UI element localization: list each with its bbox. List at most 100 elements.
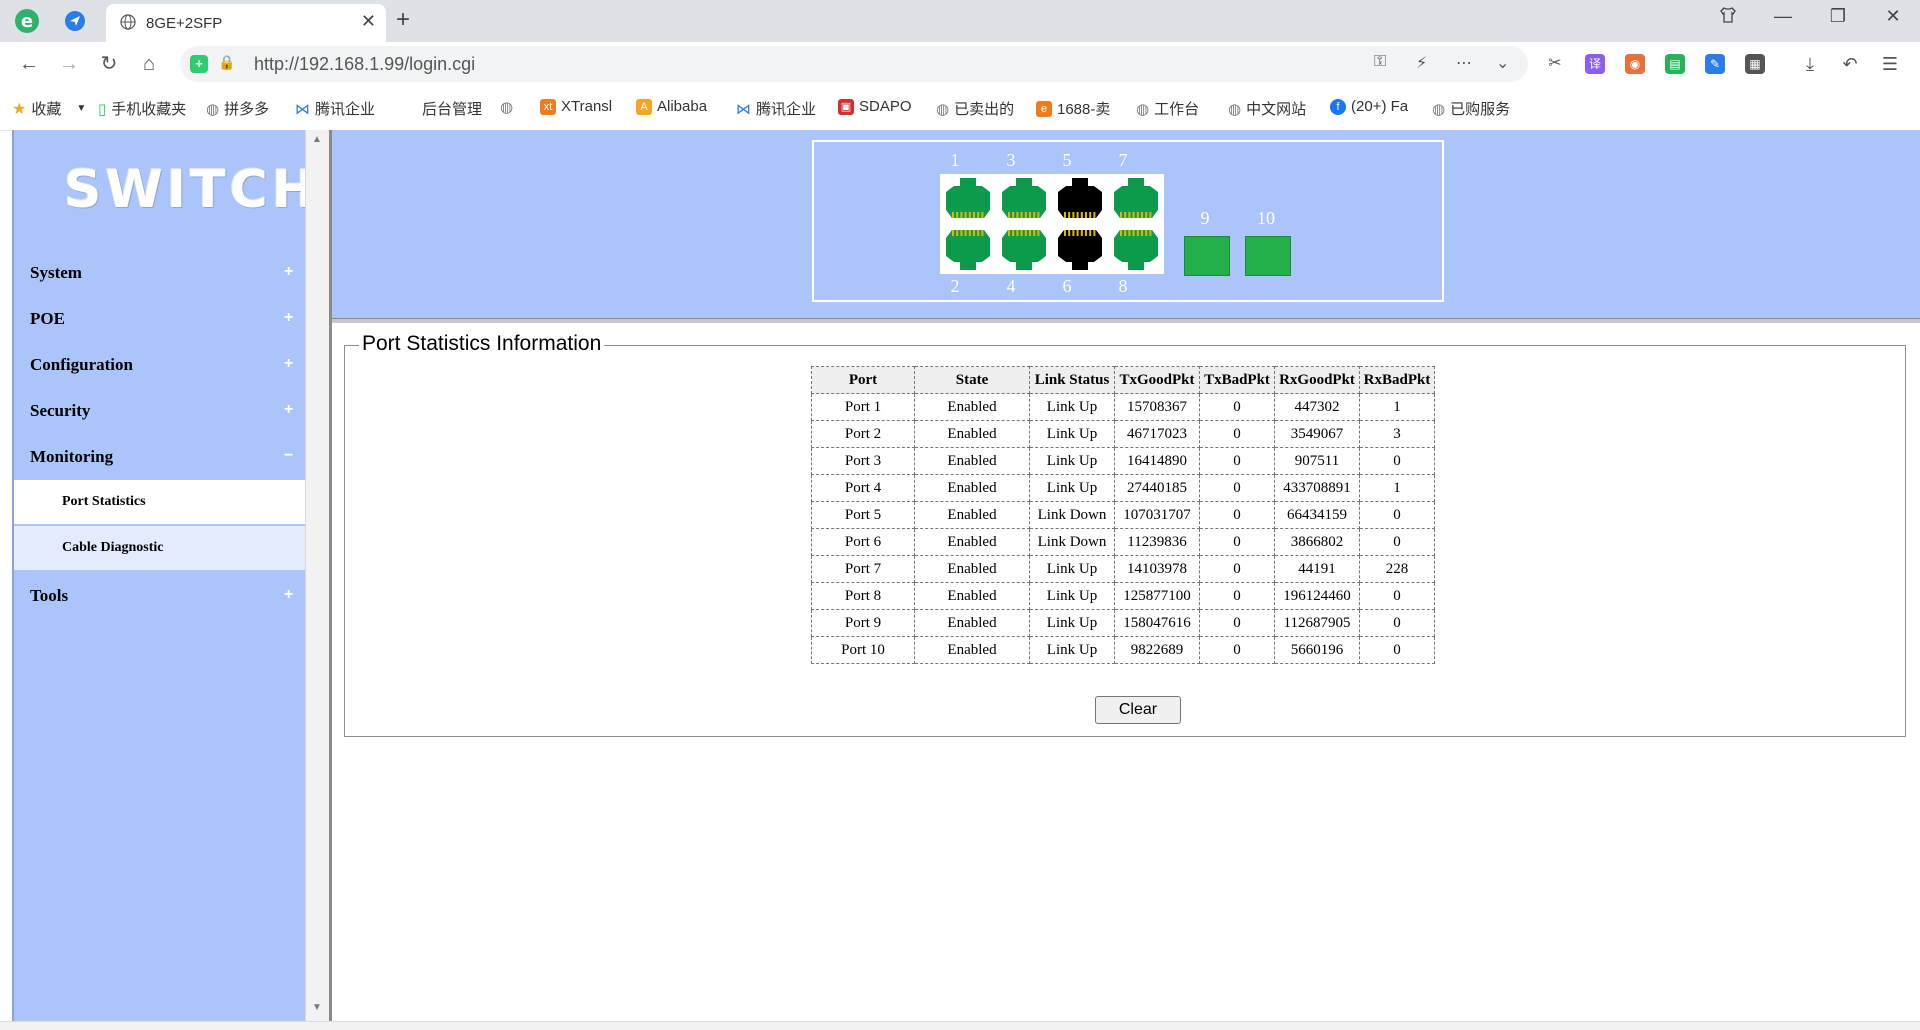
bookmark-item[interactable]: e 1688-卖 bbox=[1036, 98, 1110, 119]
table-cell: 1 bbox=[1359, 393, 1435, 421]
expand-icon[interactable]: + bbox=[284, 401, 293, 419]
table-cell: Enabled bbox=[914, 528, 1030, 556]
home-icon[interactable]: ⌂ bbox=[134, 50, 164, 78]
bookmark-item[interactable]: ◍ 已购服务 bbox=[1432, 98, 1510, 119]
bookmark-item[interactable]: A Alibaba bbox=[636, 98, 707, 115]
port-number-label: 3 bbox=[1006, 150, 1016, 170]
book-icon[interactable]: ▤ bbox=[1665, 54, 1685, 74]
rj45-pin bbox=[1033, 230, 1036, 236]
collapse-icon[interactable]: − bbox=[284, 447, 293, 465]
menu-system[interactable]: System bbox=[30, 263, 82, 283]
bookmark-item[interactable]: 后台管理 bbox=[422, 98, 482, 119]
chevron-down-icon[interactable]: ⌄ bbox=[1496, 53, 1509, 73]
menu-icon[interactable]: ☰ bbox=[1880, 54, 1900, 74]
scroll-down-icon[interactable]: ▼ bbox=[312, 1002, 322, 1013]
bookmark-item[interactable]: ⋈ 腾讯企业 bbox=[736, 98, 816, 119]
bookmark-item[interactable]: ◍ 工作台 bbox=[1136, 98, 1199, 119]
rj45-pin bbox=[1124, 212, 1127, 218]
menu-configuration[interactable]: Configuration bbox=[30, 355, 133, 375]
sfp-port-9[interactable] bbox=[1184, 236, 1230, 276]
scroll-up-icon[interactable]: ▲ bbox=[312, 134, 322, 145]
url-text[interactable]: http://192.168.1.99/login.cgi bbox=[254, 54, 475, 75]
expand-icon[interactable]: + bbox=[284, 309, 293, 327]
table-cell: Link Down bbox=[1029, 528, 1115, 556]
table-cell: Port 10 bbox=[811, 636, 915, 664]
facebook-icon: f bbox=[1330, 98, 1346, 115]
reload-icon[interactable]: ↻ bbox=[94, 50, 124, 78]
switch-front-panel: 1 3 5 7 2 4 6 8 9 10 bbox=[812, 140, 1444, 302]
table-cell: 27440185 bbox=[1114, 474, 1200, 502]
bookmark-item[interactable]: ◍ 中文网站 bbox=[1228, 98, 1306, 119]
rj45-pin bbox=[1072, 230, 1075, 236]
rj45-port-block bbox=[940, 174, 1164, 274]
download-icon[interactable]: ⤓ bbox=[1800, 54, 1820, 74]
rj45-pin bbox=[973, 212, 975, 218]
rj45-pin bbox=[1037, 230, 1040, 236]
rj45-pin bbox=[973, 230, 975, 236]
table-cell: 15708367 bbox=[1114, 393, 1200, 421]
table-cell: 0 bbox=[1199, 555, 1275, 583]
insecure-lock-icon[interactable]: 🔒 bbox=[218, 54, 235, 71]
bookmark-item[interactable]: ◍ 已卖出的 bbox=[936, 98, 1014, 119]
port-statistics-table: Port State Link Status TxGoodPkt TxBadPk… bbox=[811, 366, 1435, 664]
menu-monitoring[interactable]: Monitoring bbox=[30, 447, 113, 467]
bookmark-item[interactable]: f (20+) Fa bbox=[1330, 98, 1408, 115]
bookmark-item[interactable]: ◍ bbox=[500, 98, 513, 116]
forward-icon[interactable]: → bbox=[54, 50, 84, 78]
table-row: Port 9 Enabled Link Up 158047616 0 112687905 0 bbox=[811, 609, 1435, 637]
new-tab-icon[interactable]: + bbox=[396, 6, 410, 34]
restore-icon[interactable]: ❐ bbox=[1823, 6, 1853, 27]
expand-icon[interactable]: + bbox=[284, 586, 293, 604]
expand-icon[interactable]: + bbox=[284, 263, 293, 281]
submenu-port-statistics[interactable]: Port Statistics bbox=[14, 480, 305, 524]
bookmark-item[interactable]: ▣ SDAPO bbox=[838, 98, 912, 115]
table-cell: 0 bbox=[1199, 474, 1275, 502]
close-window-icon[interactable]: ✕ bbox=[1878, 6, 1908, 27]
rj45-pin bbox=[968, 230, 971, 236]
send-icon[interactable] bbox=[60, 6, 90, 36]
submenu-cable-diagnostic[interactable]: Cable Diagnostic bbox=[14, 526, 305, 570]
rj45-pin bbox=[952, 212, 954, 218]
menu-poe[interactable]: POE bbox=[30, 309, 65, 329]
scissors-icon[interactable]: ✂ bbox=[1545, 54, 1565, 74]
table-cell: Port 2 bbox=[811, 420, 915, 448]
bookmark-item[interactable]: ⋈ 腾讯企业 bbox=[295, 98, 375, 119]
bookmark-item[interactable]: ◍ 拼多多 bbox=[206, 98, 269, 119]
rj45-ports-graphic[interactable] bbox=[940, 174, 1164, 274]
close-tab-icon[interactable]: ✕ bbox=[361, 11, 376, 32]
undo-icon[interactable]: ↶ bbox=[1840, 54, 1860, 74]
bookmark-item[interactable]: ★ 收藏 ▼ bbox=[12, 98, 86, 119]
table-cell: 9822689 bbox=[1114, 636, 1200, 664]
browser-logo-icon[interactable]: e bbox=[12, 6, 42, 36]
more-icon[interactable]: ⋯ bbox=[1456, 53, 1472, 73]
expand-icon[interactable]: + bbox=[284, 355, 293, 373]
table-cell: 196124460 bbox=[1274, 582, 1360, 610]
table-cell: Link Up bbox=[1029, 393, 1115, 421]
sfp-port-10[interactable] bbox=[1245, 236, 1291, 276]
rj45-pin bbox=[1149, 230, 1152, 236]
menu-security[interactable]: Security bbox=[30, 401, 90, 421]
rj45-pin bbox=[1024, 230, 1027, 236]
tab-active[interactable]: 8GE+2SFP ✕ bbox=[106, 4, 386, 42]
rj45-pin bbox=[1080, 230, 1083, 236]
sidebar-scrollbar[interactable]: ▲ ▼ bbox=[305, 130, 330, 1029]
translate-icon[interactable]: 译 bbox=[1585, 54, 1605, 74]
switch-logo: SWITCH bbox=[64, 160, 320, 220]
rj45-pin bbox=[1093, 212, 1096, 218]
back-icon[interactable]: ← bbox=[14, 50, 44, 78]
rj45-pin bbox=[1085, 230, 1087, 236]
table-cell: Enabled bbox=[914, 420, 1030, 448]
lightning-icon[interactable]: ⚡ bbox=[1416, 53, 1427, 73]
menu-tools[interactable]: Tools bbox=[30, 586, 68, 606]
bookmark-item[interactable]: ▯ 手机收藏夹 bbox=[98, 98, 186, 119]
rj45-pin bbox=[981, 230, 984, 236]
address-bar[interactable]: + 🔒 http://192.168.1.99/login.cgi ⚿ ⚡ ⋯ … bbox=[180, 46, 1528, 82]
key-icon[interactable]: ⚿ bbox=[1374, 53, 1386, 71]
shirt-icon[interactable] bbox=[1713, 6, 1743, 29]
clear-button[interactable]: Clear bbox=[1095, 696, 1181, 724]
apps-grid-icon[interactable]: ▦ bbox=[1745, 54, 1765, 74]
bookmark-item[interactable]: xt XTransl bbox=[540, 98, 612, 115]
game-icon[interactable]: ◉ bbox=[1625, 54, 1645, 74]
minimize-icon[interactable]: — bbox=[1768, 6, 1798, 27]
chat-icon[interactable]: ✎ bbox=[1705, 54, 1725, 74]
